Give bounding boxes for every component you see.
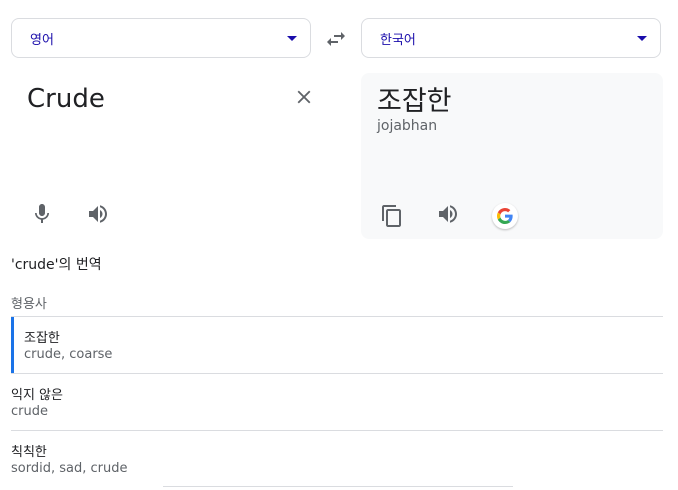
listen-source-button[interactable] [86,202,110,226]
entry-word: 칙칙한 [11,445,47,460]
dictionary-entry[interactable]: 칙칙한 sordid, sad, crude [11,431,663,487]
source-language-label: 영어 [30,32,54,48]
swap-languages-button[interactable] [324,27,348,51]
part-of-speech-label: 형용사 [11,297,47,312]
copy-translation-button[interactable] [380,204,404,228]
chevron-down-icon [287,36,297,41]
entry-word: 익지 않은 [11,388,63,403]
speaker-icon [89,205,107,223]
entry-word: 조잡한 [24,331,60,346]
close-icon [297,90,311,104]
chevron-down-icon [637,36,647,41]
translation-result-card: 조잡한 jojabhan [361,73,663,239]
entry-synonyms: sordid, sad, crude [11,461,128,476]
target-language-select[interactable]: 한국어 [361,18,661,58]
swap-icon [327,32,345,46]
dictionary-entry[interactable]: 익지 않은 crude [11,374,663,430]
copy-icon [382,205,401,227]
dictionary-title: 'crude'의 번역 [11,257,102,273]
source-text-input[interactable]: Crude [27,84,105,114]
target-language-label: 한국어 [380,32,416,48]
source-language-select[interactable]: 영어 [11,18,311,58]
microphone-icon [35,204,49,223]
dictionary-entry[interactable]: 조잡한 crude, coarse [11,317,663,373]
entry-synonyms: crude [11,404,48,419]
google-logo-icon [497,208,513,224]
microphone-button[interactable] [30,202,54,226]
translated-text: 조잡한 [377,86,452,117]
speaker-icon [439,205,457,223]
clear-button[interactable] [293,86,315,108]
entry-synonyms: crude, coarse [24,347,113,362]
listen-translation-button[interactable] [436,202,460,226]
more-results-bar [163,486,513,490]
transliteration: jojabhan [377,118,438,134]
google-translate-button[interactable] [492,203,518,229]
